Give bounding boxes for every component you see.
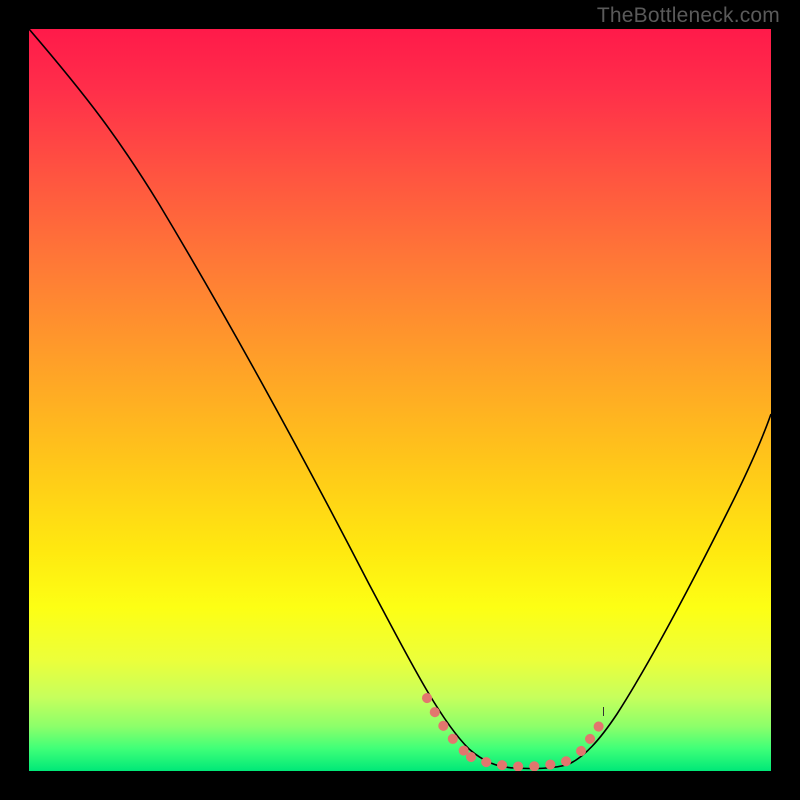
attribution-text: TheBottleneck.com: [597, 4, 780, 28]
curve-line: [29, 29, 771, 769]
bottleneck-curve: [29, 29, 771, 771]
highlight-dots-right: [581, 717, 605, 751]
highlight-dots-bottom: [471, 757, 567, 767]
chart-plot-area: [29, 29, 771, 771]
minor-tick: [603, 707, 604, 716]
highlight-dots-left: [427, 698, 469, 755]
